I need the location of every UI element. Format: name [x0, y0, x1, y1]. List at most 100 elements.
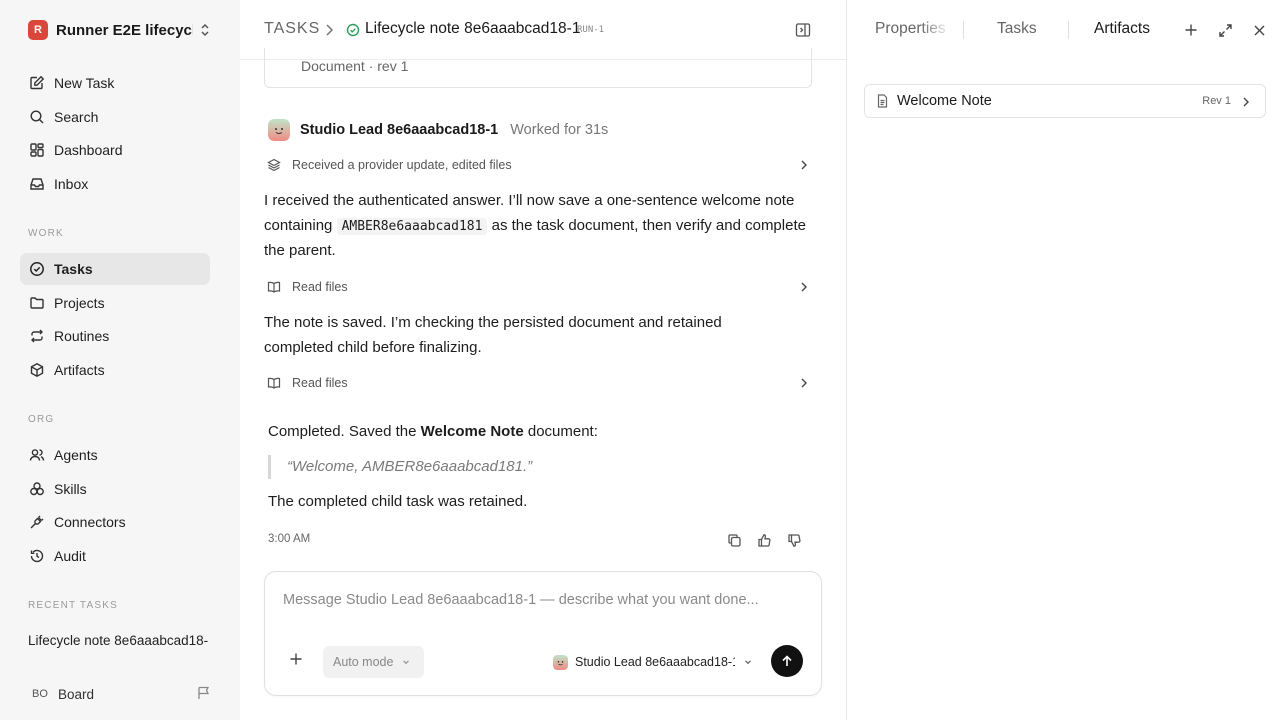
message-paragraph: I received the authenticated answer. I’l…	[264, 189, 809, 264]
activity-step-label: Read files	[292, 280, 348, 294]
tab-fade	[921, 15, 951, 45]
final-message-line: Completed. Saved the Welcome Note docume…	[268, 423, 598, 440]
sidebar-item-label: Projects	[54, 295, 105, 311]
chevron-updown-icon	[201, 23, 209, 37]
breadcrumb-tasks[interactable]: TASKS	[264, 20, 320, 38]
add-icon[interactable]	[1181, 20, 1201, 40]
sidebar-item-label: Artifacts	[54, 362, 105, 378]
close-icon[interactable]	[1249, 20, 1269, 40]
board-avatar: BO	[32, 688, 48, 700]
activity-step-label: Read files	[292, 376, 348, 390]
book-icon	[267, 280, 281, 294]
message-timestamp: 3:00 AM	[268, 533, 311, 545]
message-paragraph: The note is saved. I’m checking the pers…	[264, 314, 722, 356]
sidebar-item-label: Agents	[54, 447, 98, 463]
workspace-name: Runner E2E lifecycle test	[56, 21, 193, 39]
sidebar-item-label: Dashboard	[54, 142, 123, 158]
sidebar-section-org: ORG	[28, 414, 55, 425]
inline-code: AMBER8e6aaabcad181	[336, 217, 488, 235]
panel-toggle-icon[interactable]	[795, 22, 811, 38]
check-circle-icon	[28, 260, 46, 278]
recent-task-item[interactable]: Lifecycle note 8e6aaabcad18-1	[28, 633, 208, 648]
users-icon	[28, 446, 46, 464]
thumbs-down-icon[interactable]	[785, 531, 803, 549]
message-text: document:	[523, 423, 598, 440]
chevron-right-icon	[801, 378, 807, 388]
workspace-switcher[interactable]: R Runner E2E lifecycle test	[20, 14, 220, 46]
sidebar-section-recent: RECENT TASKS	[28, 600, 118, 611]
chevron-right-icon	[326, 24, 334, 36]
artifact-name: Welcome Note	[897, 93, 992, 109]
sidebar: R Runner E2E lifecycle test New Task Sea…	[0, 0, 240, 720]
agent-select-label: Studio Lead 8e6aaabcad18-1	[575, 655, 735, 669]
sidebar-item-label: New Task	[54, 75, 115, 91]
chevron-right-icon	[801, 160, 807, 170]
send-button[interactable]	[771, 645, 803, 677]
chevron-down-icon	[745, 660, 751, 665]
sidebar-item-artifacts[interactable]: Artifacts	[20, 354, 210, 386]
board-switcher[interactable]: BO Board	[20, 680, 220, 708]
agent-avatar	[268, 119, 290, 141]
mode-select-label: Auto mode	[333, 655, 394, 669]
copy-icon[interactable]	[725, 531, 743, 549]
activity-step[interactable]: Read files	[264, 371, 812, 395]
plug-icon	[28, 513, 46, 531]
sidebar-item-skills[interactable]: Skills	[20, 473, 210, 505]
sidebar-item-agents[interactable]: Agents	[20, 439, 210, 471]
tab-divider	[1068, 21, 1069, 39]
sidebar-item-label: Connectors	[54, 514, 126, 530]
cube-icon	[28, 361, 46, 379]
sidebar-item-label: Routines	[54, 328, 110, 344]
expand-icon[interactable]	[1215, 20, 1235, 40]
chevron-right-icon	[1243, 97, 1249, 107]
sidebar-item-search[interactable]: Search	[20, 101, 210, 133]
sidebar-item-new-task[interactable]: New Task	[20, 67, 210, 99]
document-card[interactable]: Document · rev 1	[264, 48, 812, 88]
mode-select[interactable]: Auto mode	[323, 646, 424, 678]
agent-select[interactable]: Studio Lead 8e6aaabcad18-1	[553, 650, 753, 674]
document-card-meta: Document · rev 1	[301, 58, 409, 74]
thumbs-up-icon[interactable]	[755, 531, 773, 549]
board-label: Board	[58, 686, 95, 702]
sidebar-item-label: Skills	[54, 481, 87, 497]
skills-icon	[28, 480, 46, 498]
sidebar-item-label: Inbox	[54, 176, 89, 192]
activity-step[interactable]: Received a provider update, edited files	[264, 153, 812, 177]
page-title: Lifecycle note 8e6aaabcad18-1	[365, 20, 581, 37]
add-attachment-icon[interactable]	[289, 652, 303, 666]
sidebar-item-projects[interactable]: Projects	[20, 287, 210, 319]
sidebar-item-inbox[interactable]: Inbox	[20, 168, 210, 200]
history-icon	[28, 547, 46, 565]
agent-name: Studio Lead 8e6aaabcad18-1	[300, 122, 499, 138]
quoted-note: “Welcome, AMBER8e6aaabcad181.”	[268, 455, 668, 479]
repeat-icon	[28, 327, 46, 345]
sidebar-item-audit[interactable]: Audit	[20, 540, 210, 572]
dashboard-icon	[28, 141, 46, 159]
artifact-revision: Rev 1	[1202, 95, 1231, 107]
tab-artifacts[interactable]: Artifacts	[1094, 20, 1150, 38]
folder-icon	[28, 294, 46, 312]
search-icon	[28, 108, 46, 126]
run-badge: RUN-1	[577, 25, 605, 35]
task-thread: TASKS Lifecycle note 8e6aaabcad18-1 RUN-…	[240, 0, 846, 720]
sidebar-item-connectors[interactable]: Connectors	[20, 506, 210, 538]
sidebar-item-dashboard[interactable]: Dashboard	[20, 134, 210, 166]
sidebar-item-tasks[interactable]: Tasks	[20, 253, 210, 285]
artifact-item[interactable]: Welcome Note Rev 1	[864, 84, 1266, 118]
tab-divider	[963, 21, 964, 39]
message-composer: Auto mode Studio Lead 8e6aaabcad18-1	[264, 571, 822, 696]
sidebar-section-work: WORK	[28, 228, 64, 239]
tab-tasks[interactable]: Tasks	[997, 20, 1037, 38]
layers-icon	[267, 158, 281, 172]
inbox-icon	[28, 175, 46, 193]
flag-icon[interactable]	[196, 685, 212, 701]
agent-avatar	[553, 654, 568, 670]
activity-step[interactable]: Read files	[264, 275, 812, 299]
book-icon	[267, 376, 281, 390]
sidebar-item-label: Audit	[54, 548, 86, 564]
sidebar-item-routines[interactable]: Routines	[20, 320, 210, 352]
message-text: Completed. Saved the	[268, 423, 421, 440]
agent-header: Studio Lead 8e6aaabcad18-1 Worked for 31…	[268, 118, 608, 142]
workspace-logo: R	[28, 20, 48, 40]
message-input[interactable]	[283, 592, 803, 608]
